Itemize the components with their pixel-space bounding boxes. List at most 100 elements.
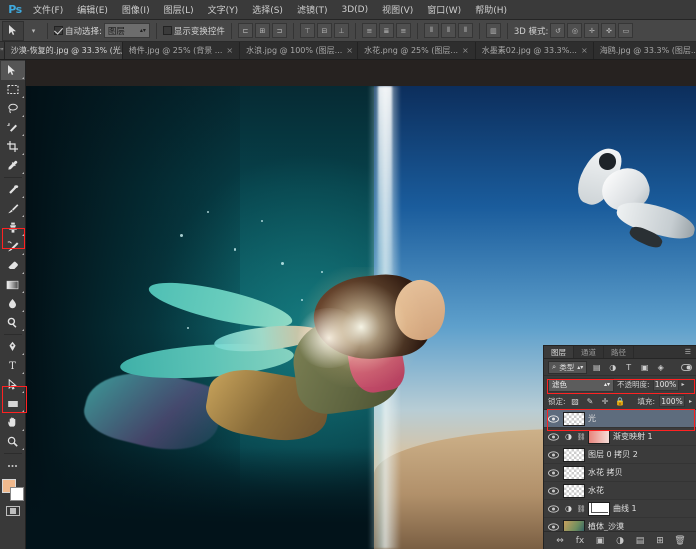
new-group-button[interactable]: ▤ bbox=[634, 534, 647, 547]
roll-3d-icon[interactable]: ◎ bbox=[567, 23, 582, 38]
layer-row-curves1[interactable]: ◑ ⛓ 曲线 1 bbox=[544, 500, 696, 518]
clone-stamp-tool[interactable] bbox=[1, 218, 25, 237]
eye-icon[interactable] bbox=[547, 502, 560, 515]
opacity-field[interactable]: 100% bbox=[653, 379, 679, 391]
lock-all-icon[interactable]: 🔒 bbox=[615, 396, 626, 407]
menu-layer[interactable]: 图层(L) bbox=[157, 1, 201, 18]
crop-tool[interactable] bbox=[1, 137, 25, 156]
pan-3d-icon[interactable]: ✛ bbox=[584, 23, 599, 38]
layer-thumbnail[interactable] bbox=[563, 466, 585, 480]
show-transform-checkbox[interactable] bbox=[163, 26, 172, 35]
eyedropper-tool[interactable] bbox=[1, 156, 25, 175]
layer-row-gradient-map[interactable]: ◑ ⛓ 渐变映射 1 bbox=[544, 428, 696, 446]
filter-pixel-icon[interactable]: ▤ bbox=[590, 361, 603, 374]
dodge-tool[interactable] bbox=[1, 313, 25, 332]
menu-type[interactable]: 文字(Y) bbox=[201, 1, 246, 18]
type-tool[interactable]: T bbox=[1, 356, 25, 375]
scale-3d-icon[interactable]: ▭ bbox=[618, 23, 633, 38]
layer-row-shuihua-copy[interactable]: 水花 拷贝 bbox=[544, 464, 696, 482]
eye-icon[interactable] bbox=[547, 466, 560, 479]
distribute-bottom-icon[interactable]: ≡ bbox=[396, 23, 411, 38]
document-tab-4[interactable]: 水花.png @ 25% (图层... × bbox=[358, 42, 476, 59]
tab-layers[interactable]: 图层 bbox=[544, 346, 574, 358]
filter-smart-icon[interactable]: ◈ bbox=[654, 361, 667, 374]
filter-adjustment-icon[interactable]: ◑ bbox=[606, 361, 619, 374]
distribute-hcenter-icon[interactable]: ⦀ bbox=[441, 23, 456, 38]
distribute-right-icon[interactable]: ⦀ bbox=[458, 23, 473, 38]
background-color-swatch[interactable] bbox=[10, 487, 24, 501]
blur-tool[interactable] bbox=[1, 294, 25, 313]
delete-layer-button[interactable]: 🗑 bbox=[674, 534, 687, 547]
menu-help[interactable]: 帮助(H) bbox=[468, 1, 514, 18]
layer-row-zhiti-shamo[interactable]: 植体_沙漠 bbox=[544, 518, 696, 531]
distribute-top-icon[interactable]: ≡ bbox=[362, 23, 377, 38]
layer-mask-thumbnail[interactable] bbox=[588, 502, 610, 516]
auto-select-target-dropdown[interactable]: 图层 ▴▾ bbox=[104, 23, 150, 38]
color-swatches[interactable] bbox=[1, 478, 25, 502]
menu-edit[interactable]: 编辑(E) bbox=[70, 1, 115, 18]
brush-tool[interactable] bbox=[1, 199, 25, 218]
move-tool[interactable] bbox=[1, 61, 25, 80]
lock-transparent-pixels-icon[interactable]: ▨ bbox=[570, 396, 581, 407]
layer-row-guang[interactable]: 光 bbox=[544, 410, 696, 428]
new-layer-button[interactable]: ⊞ bbox=[654, 534, 667, 547]
quick-mask-toggle[interactable] bbox=[2, 504, 24, 518]
menu-image[interactable]: 图像(I) bbox=[115, 1, 157, 18]
menu-window[interactable]: 窗口(W) bbox=[420, 1, 468, 18]
eraser-tool[interactable] bbox=[1, 256, 25, 275]
filter-shape-icon[interactable]: ▣ bbox=[638, 361, 651, 374]
gradient-tool[interactable] bbox=[1, 275, 25, 294]
close-icon[interactable]: × bbox=[346, 46, 353, 55]
current-tool-icon[interactable] bbox=[2, 21, 24, 41]
marquee-tool[interactable] bbox=[1, 80, 25, 99]
filter-type-text-icon[interactable]: T bbox=[622, 361, 635, 374]
rotate-3d-icon[interactable]: ↺ bbox=[550, 23, 565, 38]
eye-icon[interactable] bbox=[547, 412, 560, 425]
pen-tool[interactable] bbox=[1, 337, 25, 356]
align-vertical-centers-icon[interactable]: ⊟ bbox=[317, 23, 332, 38]
link-mask-icon[interactable]: ⛓ bbox=[577, 431, 585, 442]
eye-icon[interactable] bbox=[547, 520, 560, 531]
close-icon[interactable]: × bbox=[226, 46, 233, 55]
fill-field[interactable]: 100% bbox=[659, 395, 685, 407]
link-mask-icon[interactable]: ⛓ bbox=[577, 503, 585, 514]
eye-icon[interactable] bbox=[547, 484, 560, 497]
adjustment-layer-button[interactable]: ◑ bbox=[614, 534, 627, 547]
layer-list[interactable]: 光 ◑ ⛓ 渐变映射 1 图层 0 拷贝 2 bbox=[544, 410, 696, 531]
document-tab-2[interactable]: 椅件.jpg @ 25% (背景 ... × bbox=[123, 42, 240, 59]
tab-channels[interactable]: 通道 bbox=[574, 346, 604, 358]
menu-3d[interactable]: 3D(D) bbox=[334, 3, 375, 17]
align-bottom-edges-icon[interactable]: ⊥ bbox=[334, 23, 349, 38]
layer-mask-button[interactable]: ▣ bbox=[594, 534, 607, 547]
menu-filter[interactable]: 滤镜(T) bbox=[290, 1, 335, 18]
fill-slider-arrow-icon[interactable]: ▸ bbox=[689, 398, 692, 405]
menu-file[interactable]: 文件(F) bbox=[26, 1, 70, 18]
history-brush-tool[interactable] bbox=[1, 237, 25, 256]
edit-toolbar-button[interactable] bbox=[1, 456, 25, 475]
zoom-tool[interactable] bbox=[1, 432, 25, 451]
lock-image-pixels-icon[interactable]: ✎ bbox=[585, 396, 596, 407]
document-tab-6[interactable]: 海鸥.jpg @ 33.3% (图层... bbox=[594, 42, 696, 59]
align-horizontal-centers-icon[interactable]: ⊞ bbox=[255, 23, 270, 38]
panel-menu-icon[interactable]: ☰ bbox=[680, 346, 696, 358]
lasso-tool[interactable] bbox=[1, 99, 25, 118]
layer-thumbnail[interactable] bbox=[563, 448, 585, 462]
blend-mode-dropdown[interactable]: 滤色 ▴▾ bbox=[548, 378, 614, 392]
layer-thumbnail[interactable] bbox=[563, 520, 585, 532]
healing-brush-tool[interactable] bbox=[1, 180, 25, 199]
eye-icon[interactable] bbox=[547, 448, 560, 461]
align-right-edges-icon[interactable]: ⊐ bbox=[272, 23, 287, 38]
layer-mask-thumbnail[interactable] bbox=[588, 430, 610, 444]
filter-toggle-switch[interactable] bbox=[680, 361, 692, 373]
auto-align-layers-icon[interactable]: ▥ bbox=[486, 23, 501, 38]
tab-paths[interactable]: 路径 bbox=[604, 346, 634, 358]
slide-3d-icon[interactable]: ✜ bbox=[601, 23, 616, 38]
eye-icon[interactable] bbox=[547, 430, 560, 443]
link-layers-button[interactable]: ⇔ bbox=[554, 534, 567, 547]
align-top-edges-icon[interactable]: ⊤ bbox=[300, 23, 315, 38]
hand-tool[interactable] bbox=[1, 413, 25, 432]
path-selection-tool[interactable] bbox=[1, 375, 25, 394]
document-tab-1[interactable]: 沙漠-恢复的.jpg @ 33.3% (光, RGB/8*) * × bbox=[5, 42, 123, 59]
rectangle-shape-tool[interactable] bbox=[1, 394, 25, 413]
tool-preset-dropdown-icon[interactable]: ▾ bbox=[26, 23, 41, 38]
